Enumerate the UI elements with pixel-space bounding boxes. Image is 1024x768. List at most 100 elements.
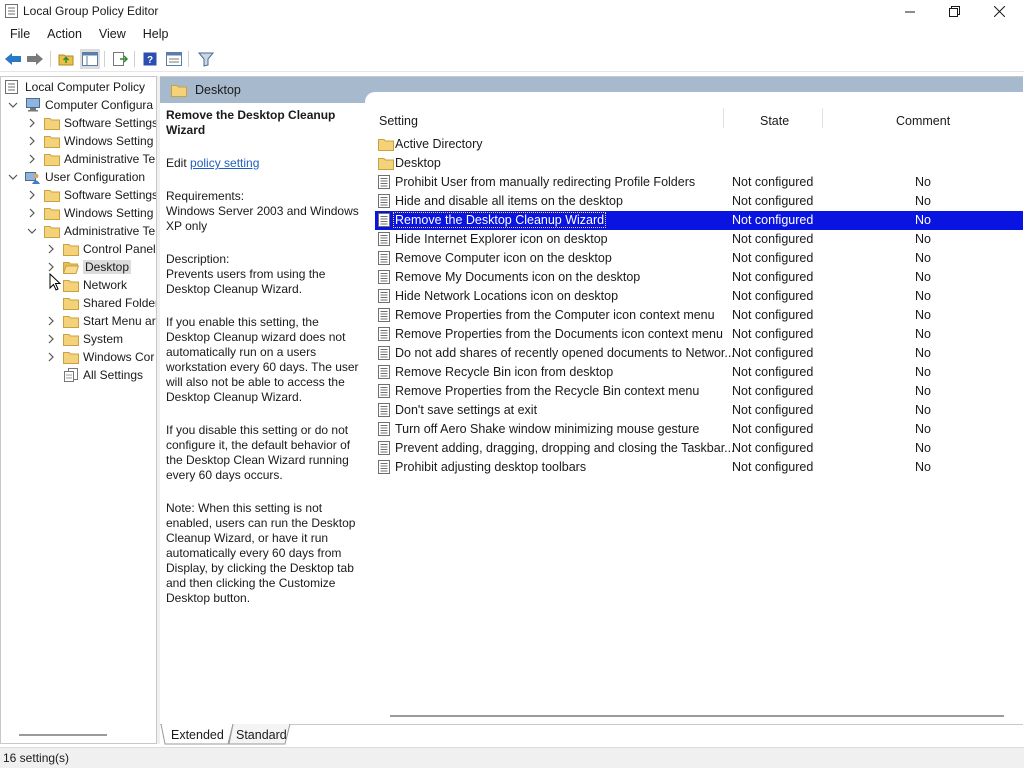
menu-file[interactable]: File xyxy=(0,27,37,41)
tree-item[interactable]: Control Panel xyxy=(45,240,156,258)
tree-item[interactable]: Windows Cor xyxy=(45,348,154,366)
tree-item[interactable]: Shared Folder xyxy=(45,294,156,312)
tree-item[interactable]: Administrative Te xyxy=(26,222,155,240)
column-header-state[interactable]: State xyxy=(760,114,789,128)
forward-button[interactable] xyxy=(25,49,45,69)
tree-item-label: Desktop xyxy=(83,260,132,274)
description-label: Description: xyxy=(166,252,230,266)
tree-item-label: All Settings xyxy=(83,368,144,382)
tree-item[interactable]: Computer Configura xyxy=(7,96,153,114)
tree-item-label: Control Panel xyxy=(83,242,156,256)
tree-item[interactable]: User Configuration xyxy=(7,168,145,186)
chevron-right-icon[interactable] xyxy=(26,189,38,201)
table-row[interactable]: Prevent adding, dragging, dropping and c… xyxy=(375,439,1023,458)
setting-name: Remove Properties from the Documents ico… xyxy=(395,327,723,341)
status-bar: 16 setting(s) xyxy=(0,747,1024,768)
minimize-button[interactable] xyxy=(887,0,933,23)
table-row[interactable]: Remove Properties from the Computer icon… xyxy=(375,306,1023,325)
help-icon: ? xyxy=(143,52,157,66)
setting-name: Turn off Aero Shake window minimizing mo… xyxy=(395,422,700,436)
tree-item[interactable]: Administrative Te xyxy=(26,150,155,168)
table-row[interactable]: Remove Computer icon on the desktop Not c… xyxy=(375,249,1023,268)
up-one-level-button[interactable] xyxy=(56,49,76,69)
chevron-right-icon[interactable] xyxy=(45,315,57,327)
forward-arrow-icon xyxy=(27,53,43,65)
user-icon xyxy=(25,170,41,184)
table-row[interactable]: Prohibit User from manually redirecting … xyxy=(375,173,1023,192)
chevron-right-icon[interactable] xyxy=(26,207,38,219)
table-row[interactable]: Remove Properties from the Documents ico… xyxy=(375,325,1023,344)
toolbar: ? xyxy=(0,46,1024,72)
setting-comment: No xyxy=(915,403,931,417)
setting-name: Do not add shares of recently opened doc… xyxy=(395,346,735,360)
setting-state: Not configured xyxy=(732,270,814,284)
chevron-right-icon[interactable] xyxy=(45,333,57,345)
column-header-setting[interactable]: Setting xyxy=(379,114,418,128)
table-row[interactable]: Hide and disable all items on the deskto… xyxy=(375,192,1023,211)
filter-button[interactable] xyxy=(196,49,216,69)
tree-item-label: Start Menu ar xyxy=(83,314,156,328)
content-pane: Desktop Remove the Desktop Cleanup Wizar… xyxy=(160,76,1023,744)
table-row[interactable]: Remove My Documents icon on the desktop N… xyxy=(375,268,1023,287)
table-row[interactable]: Turn off Aero Shake window minimizing mo… xyxy=(375,420,1023,439)
chevron-right-icon[interactable] xyxy=(45,243,57,255)
chevron-right-icon[interactable] xyxy=(26,135,38,147)
chevron-right-icon[interactable] xyxy=(45,261,57,273)
tree-item[interactable]: Start Menu ar xyxy=(45,312,156,330)
table-row[interactable]: Don't save settings at exit Not configure… xyxy=(375,401,1023,420)
menu-help[interactable]: Help xyxy=(133,27,176,41)
menu-view[interactable]: View xyxy=(89,27,133,41)
table-row[interactable]: Remove Properties from the Recycle Bin c… xyxy=(375,382,1023,401)
list-horizontal-scrollbar[interactable] xyxy=(390,715,1004,717)
table-row[interactable]: Hide Internet Explorer icon on desktop No… xyxy=(375,230,1023,249)
properties-button[interactable] xyxy=(164,49,184,69)
tree-item-local-computer-policy[interactable]: Local Computer Policy xyxy=(5,78,145,96)
maximize-button[interactable] xyxy=(931,0,977,23)
table-row[interactable]: Hide Network Locations icon on desktop No… xyxy=(375,287,1023,306)
setting-comment: No xyxy=(915,422,931,436)
folder-icon xyxy=(63,296,79,310)
column-header-comment[interactable]: Comment xyxy=(896,114,950,128)
table-row[interactable]: Remove the Desktop Cleanup Wizard Not con… xyxy=(375,211,1023,230)
tab-extended[interactable]: Extended xyxy=(171,726,224,744)
tree-item[interactable]: All Settings xyxy=(45,366,143,384)
export-list-icon xyxy=(113,52,128,66)
column-divider[interactable] xyxy=(822,108,823,128)
table-row[interactable]: Prohibit adjusting desktop toolbars Not c… xyxy=(375,458,1023,477)
show-hide-tree-button[interactable] xyxy=(80,49,100,69)
list-item-folder[interactable]: Active Directory xyxy=(375,135,1023,154)
tree-horizontal-scrollbar[interactable] xyxy=(19,734,107,736)
export-list-button[interactable] xyxy=(110,49,130,69)
column-divider[interactable] xyxy=(723,108,724,128)
chevron-down-icon[interactable] xyxy=(26,225,38,237)
setting-comment: No xyxy=(915,232,931,246)
tree-item[interactable]: System xyxy=(45,330,123,348)
policy-setting-icon xyxy=(378,213,390,230)
policy-setting-icon xyxy=(378,289,390,306)
tab-standard[interactable]: Standard xyxy=(236,726,287,744)
help-button[interactable]: ? xyxy=(140,49,160,69)
chevron-down-icon[interactable] xyxy=(7,171,19,183)
setting-state: Not configured xyxy=(732,384,814,398)
policy-setting-icon xyxy=(378,346,390,363)
tree-item[interactable]: Software Settings xyxy=(26,114,156,132)
chevron-right-icon[interactable] xyxy=(26,117,38,129)
close-button[interactable] xyxy=(976,0,1022,23)
menu-action[interactable]: Action xyxy=(37,27,89,41)
table-row[interactable]: Remove Recycle Bin icon from desktop Not … xyxy=(375,363,1023,382)
up-folder-icon xyxy=(58,54,74,66)
folder-icon xyxy=(378,137,394,154)
list-item-folder[interactable]: Desktop xyxy=(375,154,1023,173)
tree-item[interactable]: Software Settings xyxy=(26,186,156,204)
table-row[interactable]: Do not add shares of recently opened doc… xyxy=(375,344,1023,363)
back-button[interactable] xyxy=(3,49,23,69)
setting-comment: No xyxy=(915,175,931,189)
chevron-right-icon[interactable] xyxy=(45,351,57,363)
chevron-down-icon[interactable] xyxy=(7,99,19,111)
tree-item[interactable]: Windows Setting xyxy=(26,204,153,222)
edit-policy-setting-link[interactable]: policy setting xyxy=(190,156,259,170)
tree-item[interactable]: Windows Setting xyxy=(26,132,153,150)
setting-state: Not configured xyxy=(732,422,814,436)
chevron-right-icon[interactable] xyxy=(26,153,38,165)
